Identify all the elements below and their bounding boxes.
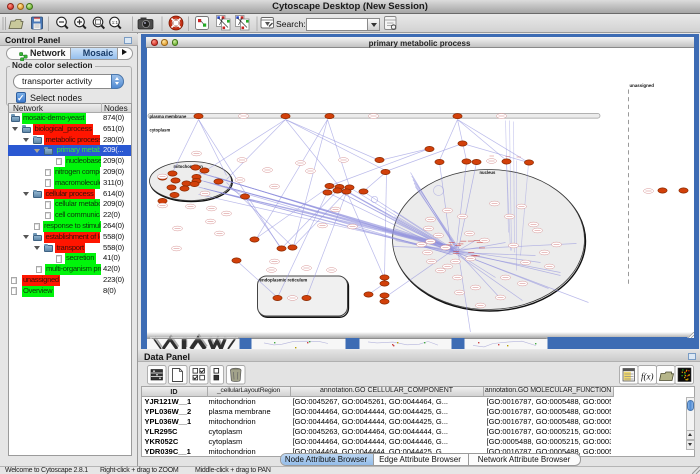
svg-text:nucleus: nucleus <box>479 170 495 175</box>
svg-text:cytoplasm: cytoplasm <box>149 127 170 132</box>
svg-text:1:1: 1:1 <box>112 20 119 25</box>
svg-text:endoplasmic reticulum: endoplasmic reticulum <box>259 277 307 282</box>
svg-text:f(x): f(x) <box>641 372 654 382</box>
svg-text:unassigned: unassigned <box>629 83 654 88</box>
svg-text:plasma membrane: plasma membrane <box>149 113 186 118</box>
